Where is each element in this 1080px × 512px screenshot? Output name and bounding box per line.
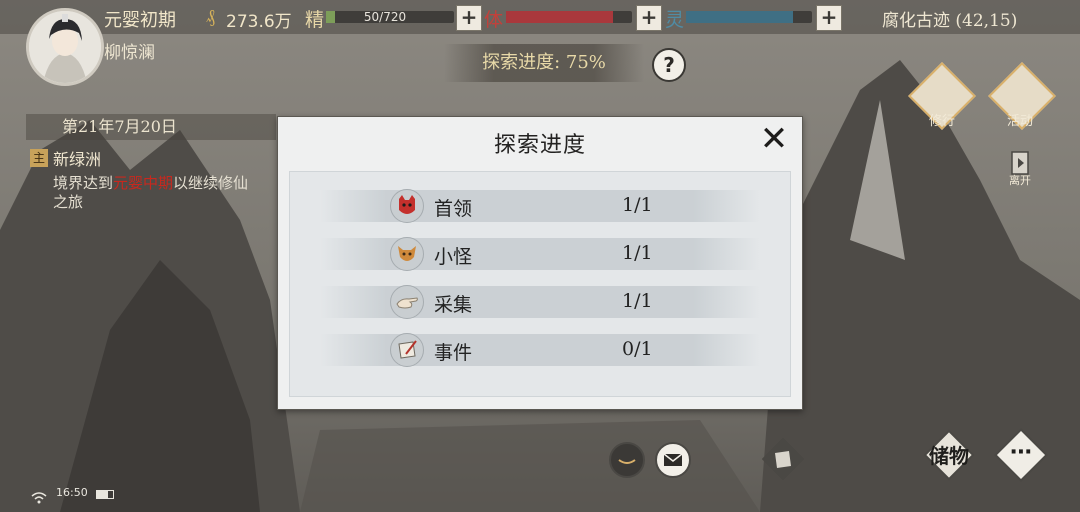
quest-description[interactable]: 境界达到元婴中期以继续修仙之旅 xyxy=(53,174,253,212)
wifi-icon xyxy=(31,489,47,508)
scroll-map-icon xyxy=(761,437,805,481)
row-background xyxy=(320,286,760,318)
close-button[interactable]: ✕ xyxy=(756,119,792,159)
exploration-progress[interactable]: 探索进度: 75% xyxy=(444,44,644,82)
more-label: ⋯ xyxy=(1010,440,1032,465)
battery-icon xyxy=(96,490,114,499)
progress-list: 首领 1/1 小怪 1/1 采集 1/1 事件 0/1 xyxy=(289,171,791,397)
loading-ring-button[interactable] xyxy=(609,442,645,478)
player-avatar[interactable] xyxy=(26,8,104,86)
progress-row-gather: 采集 1/1 xyxy=(320,284,760,320)
progress-row-event: 事件 0/1 xyxy=(320,332,760,368)
help-button[interactable]: ? xyxy=(652,48,686,82)
location-label: 腐化古迹 (42,15) xyxy=(882,11,1018,31)
exploration-progress-dialog: 探索进度 ✕ 首领 1/1 小怪 1/1 采集 1/1 事件 0/1 xyxy=(277,116,803,410)
dialog-title: 探索进度 xyxy=(493,133,586,158)
portrait-icon xyxy=(29,11,101,83)
demon-mask-icon xyxy=(390,189,424,223)
money-amount: 273.6万 xyxy=(226,12,292,32)
ti-label: 体 xyxy=(484,9,504,31)
player-name: 柳惊澜 xyxy=(104,43,155,63)
quest-desc-prefix: 境界达到 xyxy=(53,174,114,192)
hand-gather-icon xyxy=(390,285,424,319)
row-label: 首领 xyxy=(434,198,473,220)
eye-closed-icon xyxy=(618,459,636,464)
mail-button[interactable] xyxy=(655,442,691,478)
row-background xyxy=(320,334,760,366)
envelope-icon xyxy=(663,453,683,466)
game-date: 第21年7月20日 xyxy=(26,114,276,140)
quest-title[interactable]: 新绿洲 xyxy=(53,146,101,170)
row-label: 小怪 xyxy=(434,246,473,268)
map-scroll-button[interactable] xyxy=(761,437,805,481)
currency-icon: ₰ xyxy=(206,6,215,27)
clock-time: 16:50 xyxy=(56,486,88,499)
progress-row-minion: 小怪 1/1 xyxy=(320,236,760,272)
row-background xyxy=(320,238,760,270)
ti-bar xyxy=(506,11,632,23)
jing-value: 50/720 xyxy=(363,10,407,24)
row-label: 事件 xyxy=(434,342,473,364)
storage-button[interactable]: 储物 xyxy=(920,426,978,484)
ti-add-button[interactable]: + xyxy=(636,5,662,31)
row-value: 1/1 xyxy=(622,242,653,264)
row-value: 0/1 xyxy=(622,338,653,360)
row-label: 采集 xyxy=(434,294,473,316)
realm-level: 元婴初期 xyxy=(104,10,176,31)
jing-add-button[interactable]: + xyxy=(456,5,482,31)
progress-row-boss: 首领 1/1 xyxy=(320,188,760,224)
jing-label: 精 xyxy=(305,9,325,31)
quest-desc-highlight: 元婴中期 xyxy=(113,174,174,192)
storage-label: 储物 xyxy=(929,444,969,468)
row-value: 1/1 xyxy=(622,194,653,216)
more-button[interactable]: ⋯ xyxy=(990,424,1052,486)
activity-label: 活动 xyxy=(1006,114,1033,129)
leave-label: 离开 xyxy=(1009,174,1031,187)
row-background xyxy=(320,190,760,222)
ling-bar-fill xyxy=(686,11,794,23)
ling-label: 灵 xyxy=(665,9,685,31)
ling-add-button[interactable]: + xyxy=(816,5,842,31)
scroll-quill-icon xyxy=(390,333,424,367)
row-value: 1/1 xyxy=(622,290,653,312)
ti-bar-fill xyxy=(506,11,614,23)
main-quest-tag: 主 xyxy=(30,149,48,167)
fox-mask-icon xyxy=(390,237,424,271)
cultivate-label: 修行 xyxy=(928,114,955,129)
ling-bar xyxy=(686,11,812,23)
